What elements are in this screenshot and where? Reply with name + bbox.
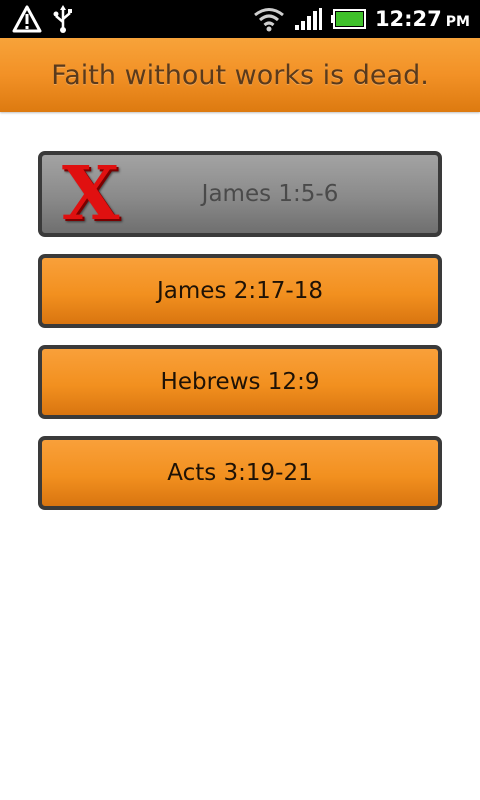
answer-button-3[interactable]: Hebrews 12:9 bbox=[38, 345, 442, 419]
answer-label-3: Hebrews 12:9 bbox=[160, 369, 320, 395]
wrong-x-icon: X bbox=[62, 151, 120, 237]
clock-time: 12:27 bbox=[374, 7, 442, 31]
clock-ampm: PM bbox=[445, 14, 470, 30]
battery-icon bbox=[330, 9, 366, 29]
wifi-icon bbox=[254, 8, 284, 32]
answer-label-2: James 2:17-18 bbox=[157, 278, 323, 304]
answer-label-1: James 1:5-6 bbox=[201, 181, 339, 207]
signal-icon bbox=[294, 8, 322, 30]
answer-label-4: Acts 3:19-21 bbox=[167, 460, 313, 486]
answer-button-1[interactable]: X James 1:5-6 bbox=[38, 151, 442, 237]
status-bar-right: 12:27 PM bbox=[253, 0, 470, 38]
question-title: Faith without works is dead. bbox=[51, 59, 429, 91]
status-bar-left bbox=[12, 4, 74, 34]
usb-icon bbox=[53, 5, 72, 33]
answer-button-4[interactable]: Acts 3:19-21 bbox=[38, 436, 442, 510]
status-clock: 12:27 PM bbox=[375, 7, 470, 31]
question-header: Faith without works is dead. bbox=[0, 38, 480, 112]
status-bar: 12:27 PM bbox=[0, 0, 480, 38]
answer-button-2[interactable]: James 2:17-18 bbox=[38, 254, 442, 328]
warning-icon bbox=[12, 5, 42, 33]
